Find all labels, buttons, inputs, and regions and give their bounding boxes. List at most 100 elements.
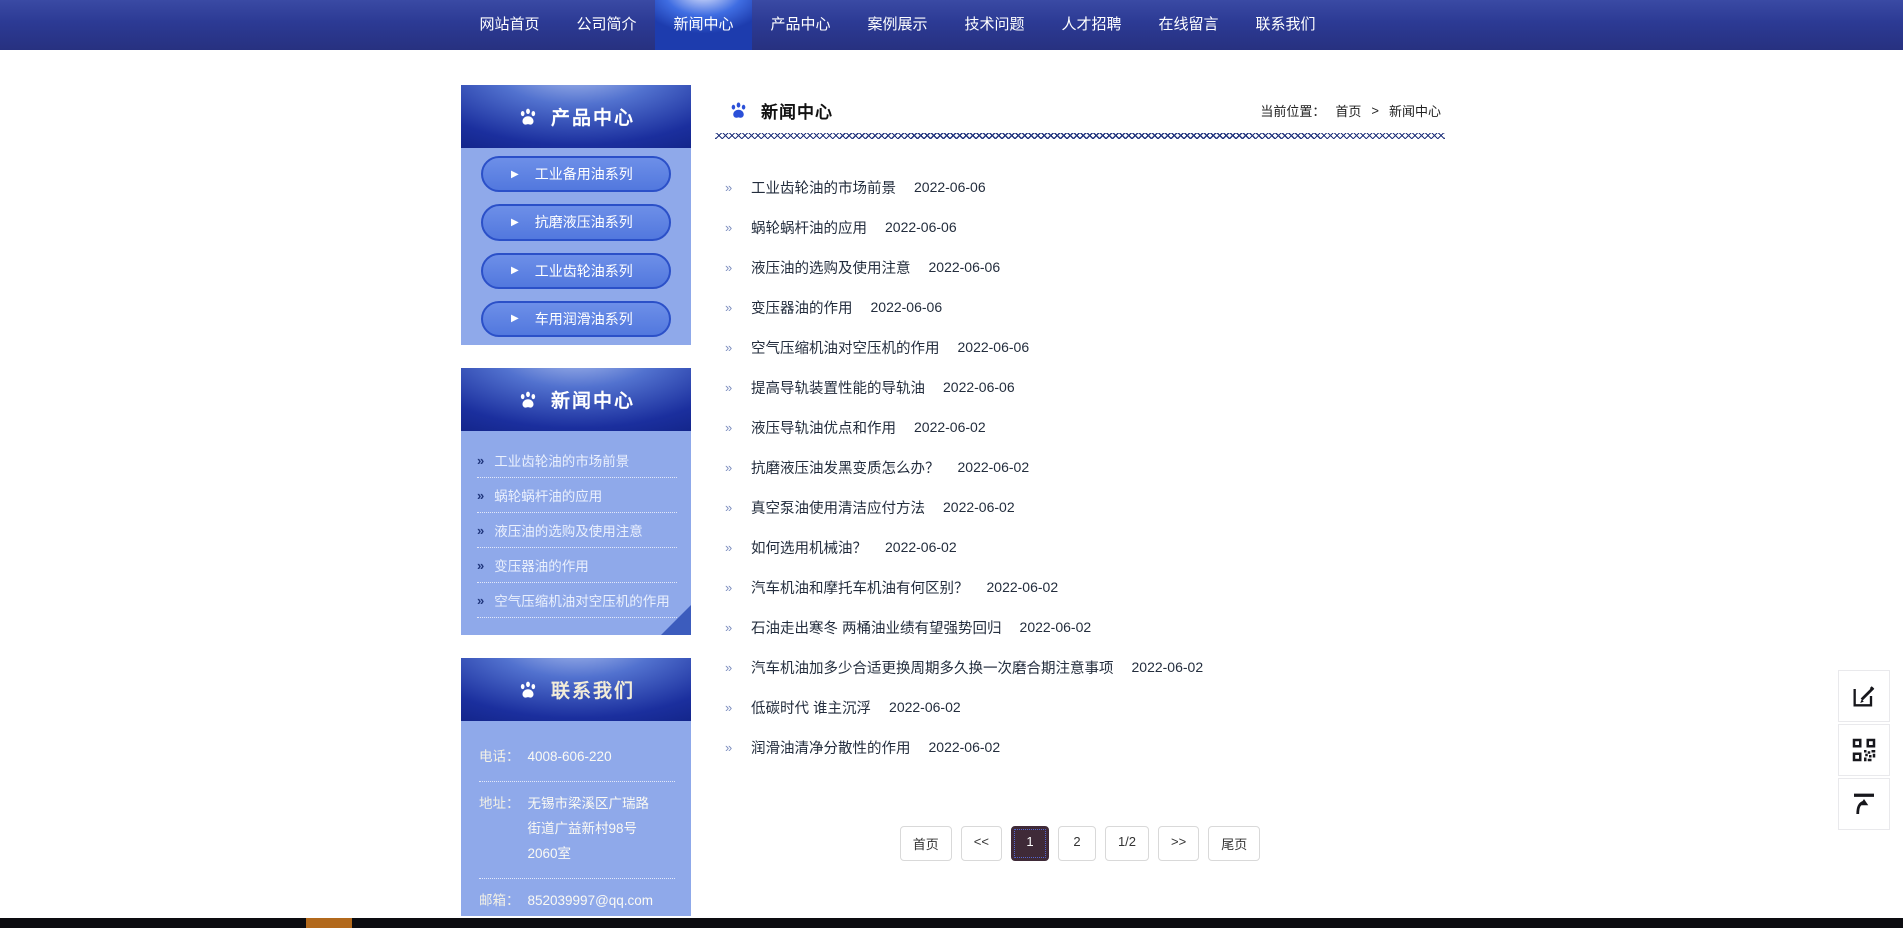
triangle-icon: ▶ xyxy=(511,169,519,180)
news-row[interactable]: » 提高导轨装置性能的导轨油 2022-06-06 xyxy=(725,367,1445,407)
news-title-link[interactable]: 液压油的选购及使用注意 xyxy=(751,257,911,278)
sidebar-news-link[interactable]: » 空气压缩机油对空压机的作用 xyxy=(477,583,677,618)
double-chevron-icon: » xyxy=(725,460,739,475)
news-row[interactable]: » 蜗轮蜗杆油的应用 2022-06-06 xyxy=(725,207,1445,247)
news-date: 2022-06-02 xyxy=(885,539,957,555)
news-title-link[interactable]: 空气压缩机油对空压机的作用 xyxy=(751,337,940,358)
sidebar-news-label: 工业齿轮油的市场前景 xyxy=(494,450,629,470)
news-row[interactable]: » 汽车机油和摩托车机油有何区别？ 2022-06-02 xyxy=(725,567,1445,607)
news-title-link[interactable]: 工业齿轮油的市场前景 xyxy=(751,177,896,198)
product-button-list: ▶ 工业备用油系列 ▶ 抗磨液压油系列 ▶ 工业齿轮油系列 ▶ 车用润滑油系列 xyxy=(461,148,691,345)
news-row[interactable]: » 液压导轨油优点和作用 2022-06-02 xyxy=(725,407,1445,447)
news-list: » 工业齿轮油的市场前景 2022-06-06 » 蜗轮蜗杆油的应用 2022-… xyxy=(725,167,1445,767)
news-title-link[interactable]: 提高导轨装置性能的导轨油 xyxy=(751,377,925,398)
product-category-label: 抗磨液压油系列 xyxy=(535,212,633,232)
news-title-link[interactable]: 润滑油清净分散性的作用 xyxy=(751,737,911,758)
sidebar-news-label: 液压油的选购及使用注意 xyxy=(494,520,643,540)
news-date: 2022-06-06 xyxy=(914,179,986,195)
news-row[interactable]: » 液压油的选购及使用注意 2022-06-06 xyxy=(725,247,1445,287)
qrcode-button[interactable] xyxy=(1838,724,1890,776)
breadcrumb-home-link[interactable]: 首页 xyxy=(1335,101,1361,120)
news-row[interactable]: » 变压器油的作用 2022-06-06 xyxy=(725,287,1445,327)
news-row[interactable]: » 工业齿轮油的市场前景 2022-06-06 xyxy=(725,167,1445,207)
sidebar-news-list: » 工业齿轮油的市场前景 » 蜗轮蜗杆油的应用 » 液压油的选购及使用注意 » … xyxy=(461,431,691,635)
back-to-top-button[interactable] xyxy=(1838,778,1890,830)
news-row[interactable]: » 空气压缩机油对空压机的作用 2022-06-06 xyxy=(725,327,1445,367)
news-title-link[interactable]: 低碳时代 谁主沉浮 xyxy=(751,697,871,718)
news-row[interactable]: » 低碳时代 谁主沉浮 2022-06-02 xyxy=(725,687,1445,727)
news-title-link[interactable]: 汽车机油和摩托车机油有何区别？ xyxy=(751,577,969,598)
pagination-first-button[interactable]: 首页 xyxy=(900,826,952,861)
news-title-link[interactable]: 液压导轨油优点和作用 xyxy=(751,417,896,438)
nav-item[interactable]: 网站首页 xyxy=(461,0,558,50)
product-category-button[interactable]: ▶ 工业备用油系列 xyxy=(481,156,671,192)
feedback-button[interactable] xyxy=(1838,670,1890,722)
news-date: 2022-06-02 xyxy=(1132,659,1204,675)
nav-item[interactable]: 在线留言 xyxy=(1140,0,1237,50)
nav-item-label: 案例展示 xyxy=(867,16,927,33)
news-date: 2022-06-06 xyxy=(929,259,1001,275)
news-title-link[interactable]: 蜗轮蜗杆油的应用 xyxy=(751,217,867,238)
pagination-page-button[interactable]: 2 xyxy=(1058,826,1096,861)
news-title-link[interactable]: 真空泵油使用清洁应付方法 xyxy=(751,497,925,518)
news-row[interactable]: » 润滑油清净分散性的作用 2022-06-02 xyxy=(725,727,1445,767)
double-chevron-icon: » xyxy=(725,420,739,435)
pagination-prev-button[interactable]: << xyxy=(961,826,1002,861)
floating-toolbar xyxy=(1838,670,1890,830)
news-row[interactable]: » 真空泵油使用清洁应付方法 2022-06-02 xyxy=(725,487,1445,527)
news-row[interactable]: » 抗磨液压油发黑变质怎么办？ 2022-06-02 xyxy=(725,447,1445,487)
sidebar-news-link[interactable]: » 蜗轮蜗杆油的应用 xyxy=(477,478,677,513)
pagination-last-button[interactable]: 尾页 xyxy=(1208,826,1260,861)
nav-item[interactable]: 产品中心 xyxy=(752,0,849,50)
sidebar-news-link[interactable]: » 变压器油的作用 xyxy=(477,548,677,583)
product-category-label: 工业齿轮油系列 xyxy=(535,261,633,281)
product-category-button[interactable]: ▶ 抗磨液压油系列 xyxy=(481,204,671,240)
nav-item[interactable]: 公司简介 xyxy=(558,0,655,50)
sidebar-news-section: 新闻中心 » 工业齿轮油的市场前景 » 蜗轮蜗杆油的应用 » 液压油的选购及使用… xyxy=(461,368,691,635)
news-title-link[interactable]: 如何选用机械油？ xyxy=(751,537,867,558)
nav-item[interactable]: 联系我们 xyxy=(1237,0,1334,50)
nav-item[interactable]: 案例展示 xyxy=(849,0,946,50)
double-chevron-icon: » xyxy=(725,740,739,755)
double-chevron-icon: » xyxy=(725,180,739,195)
nav-item[interactable]: 新闻中心 xyxy=(655,0,752,50)
news-title-link[interactable]: 石油走出寒冬 两桶油业绩有望强势回归 xyxy=(751,617,1002,638)
sidebar-news-link[interactable]: » 液压油的选购及使用注意 xyxy=(477,513,677,548)
news-row[interactable]: » 如何选用机械油？ 2022-06-02 xyxy=(725,527,1445,567)
paw-icon xyxy=(517,679,539,701)
double-chevron-icon: » xyxy=(477,558,484,573)
address-line: 街道广益新村98号 xyxy=(528,816,650,841)
pagination-page-button[interactable]: 1 xyxy=(1011,826,1049,861)
nav-item[interactable]: 技术问题 xyxy=(946,0,1043,50)
news-date: 2022-06-02 xyxy=(943,499,1015,515)
pagination-page-label: 2 xyxy=(1073,834,1080,849)
product-section-header: 产品中心 xyxy=(461,85,691,148)
breadcrumb: 当前位置： 首页 > 新闻中心 xyxy=(1260,101,1445,120)
top-nav: 网站首页 公司简介 新闻中心 产品中心 案例展示 技术问题 人才招聘 xyxy=(0,0,1903,50)
contact-section-title: 联系我们 xyxy=(551,676,635,703)
news-title-link[interactable]: 抗磨液压油发黑变质怎么办？ xyxy=(751,457,940,478)
news-row[interactable]: » 汽车机油加多少合适更换周期多久换一次磨合期注意事项 2022-06-02 xyxy=(725,647,1445,687)
news-section-title: 新闻中心 xyxy=(551,386,635,413)
double-chevron-icon: » xyxy=(725,380,739,395)
zigzag-divider xyxy=(715,133,1445,139)
double-chevron-icon: » xyxy=(725,540,739,555)
nav-item-label: 技术问题 xyxy=(964,16,1024,33)
pagination-page-label: 1 xyxy=(1026,834,1033,849)
nav-item[interactable]: 人才招聘 xyxy=(1043,0,1140,50)
pagination-next-button[interactable]: >> xyxy=(1158,826,1199,861)
nav-item-label: 产品中心 xyxy=(770,16,830,33)
news-row[interactable]: » 石油走出寒冬 两桶油业绩有望强势回归 2022-06-02 xyxy=(725,607,1445,647)
news-date: 2022-06-02 xyxy=(987,579,1059,595)
sidebar-news-link[interactable]: » 工业齿轮油的市场前景 xyxy=(477,443,677,478)
product-category-button[interactable]: ▶ 工业齿轮油系列 xyxy=(481,253,671,289)
double-chevron-icon: » xyxy=(477,593,484,608)
product-category-button[interactable]: ▶ 车用润滑油系列 xyxy=(481,301,671,337)
nav-item-label: 人才招聘 xyxy=(1061,16,1121,33)
news-title-link[interactable]: 变压器油的作用 xyxy=(751,297,853,318)
news-section-header: 新闻中心 xyxy=(461,368,691,431)
news-title-link[interactable]: 汽车机油加多少合适更换周期多久换一次磨合期注意事项 xyxy=(751,657,1114,678)
product-category-label: 工业备用油系列 xyxy=(535,164,633,184)
product-category-label: 车用润滑油系列 xyxy=(535,309,633,329)
address-line: 无锡市梁溪区广瑞路 xyxy=(528,791,650,816)
